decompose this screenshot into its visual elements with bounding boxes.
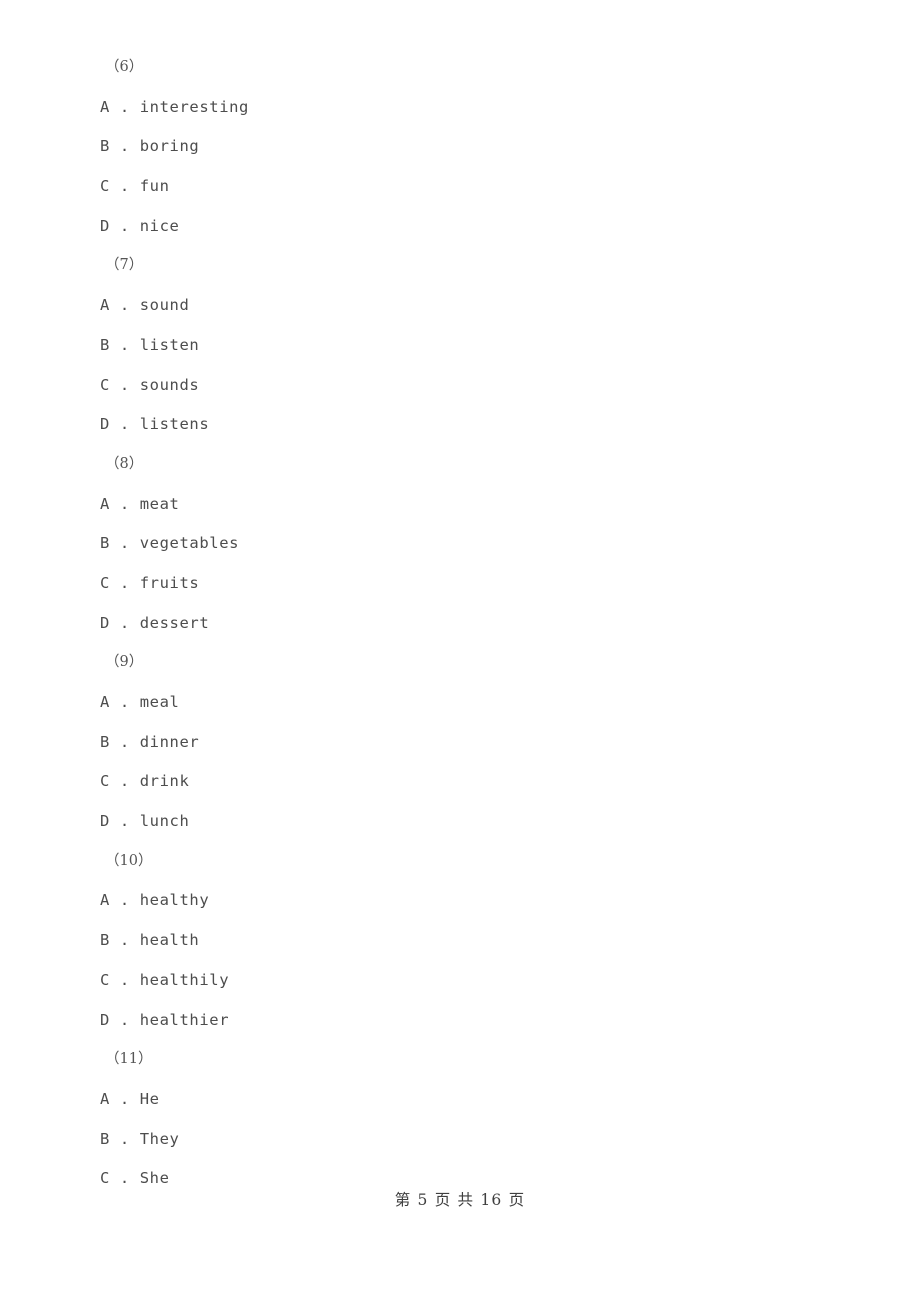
option-text: fun bbox=[139, 177, 170, 196]
option-text: interesting bbox=[139, 97, 249, 116]
option-letter: B bbox=[100, 335, 110, 354]
option-letter: D bbox=[100, 613, 110, 632]
answer-option[interactable]: D . listens bbox=[100, 405, 860, 445]
option-text: meal bbox=[139, 693, 180, 711]
answer-option[interactable]: A . healthy bbox=[100, 881, 860, 921]
option-text: boring bbox=[139, 137, 200, 156]
option-separator: . bbox=[109, 1169, 140, 1188]
option-letter: B bbox=[100, 732, 110, 751]
answer-option[interactable]: B . They bbox=[100, 1120, 860, 1160]
option-text: sound bbox=[139, 296, 190, 315]
option-separator: . bbox=[109, 335, 140, 354]
option-letter: D bbox=[100, 415, 110, 434]
option-letter: A bbox=[100, 494, 110, 513]
option-text: meat bbox=[139, 494, 180, 513]
answer-option[interactable]: B . boring bbox=[100, 127, 860, 167]
answer-option[interactable]: A . He bbox=[100, 1080, 860, 1120]
question-number: （6） bbox=[105, 59, 144, 75]
option-separator: . bbox=[109, 494, 140, 513]
option-letter: C bbox=[100, 375, 110, 394]
question-number: （11） bbox=[105, 1051, 153, 1068]
option-text: He bbox=[139, 1089, 160, 1108]
option-letter: B bbox=[100, 931, 110, 950]
answer-option[interactable]: D . healthier bbox=[100, 1001, 860, 1041]
option-text: lunch bbox=[139, 812, 190, 831]
option-letter: D bbox=[100, 1010, 110, 1029]
option-separator: . bbox=[109, 732, 140, 751]
option-letter: C bbox=[100, 772, 110, 791]
answer-option[interactable]: D . dessert bbox=[100, 604, 860, 644]
option-text: healthy bbox=[139, 891, 210, 910]
option-text: listen bbox=[139, 335, 200, 354]
answer-option[interactable]: D . nice bbox=[100, 207, 860, 247]
option-separator: . bbox=[109, 534, 140, 553]
option-letter: D bbox=[100, 216, 110, 235]
option-text: healthily bbox=[139, 970, 230, 989]
option-separator: . bbox=[109, 891, 140, 910]
option-separator: . bbox=[109, 812, 140, 831]
option-separator: . bbox=[109, 573, 140, 592]
option-letter: A bbox=[100, 97, 110, 116]
question-number: （10） bbox=[105, 852, 153, 869]
option-separator: . bbox=[109, 772, 140, 791]
option-text: nice bbox=[139, 216, 180, 235]
answer-option[interactable]: B . vegetables bbox=[100, 524, 860, 564]
answer-option[interactable]: C . fun bbox=[100, 167, 860, 207]
option-separator: . bbox=[109, 613, 140, 632]
answer-option[interactable]: B . dinner bbox=[100, 723, 860, 763]
option-separator: . bbox=[109, 97, 140, 116]
option-letter: B bbox=[100, 1129, 110, 1148]
option-letter: A bbox=[100, 296, 110, 315]
question-list: （6） A . interesting B . boring C . fun D . n… bbox=[100, 48, 860, 1199]
answer-option[interactable]: A . meal bbox=[100, 683, 860, 723]
option-separator: . bbox=[109, 216, 140, 235]
answer-option[interactable]: C . sounds bbox=[100, 366, 860, 406]
question-number: （8） bbox=[105, 455, 144, 472]
option-letter: D bbox=[100, 812, 110, 831]
answer-option[interactable]: C . healthily bbox=[100, 961, 860, 1001]
option-text: dessert bbox=[139, 613, 210, 632]
option-separator: . bbox=[109, 1129, 140, 1148]
option-text: sounds bbox=[139, 375, 200, 394]
option-separator: . bbox=[109, 137, 140, 156]
answer-option[interactable]: D . lunch bbox=[100, 802, 860, 842]
option-letter: C bbox=[100, 573, 110, 592]
answer-option[interactable]: B . listen bbox=[100, 326, 860, 366]
option-text: They bbox=[139, 1129, 180, 1148]
option-letter: A bbox=[100, 1089, 110, 1108]
option-separator: . bbox=[109, 296, 140, 315]
option-separator: . bbox=[109, 177, 140, 196]
option-separator: . bbox=[109, 931, 140, 950]
question-number: （9） bbox=[105, 654, 144, 671]
option-text: drink bbox=[139, 772, 190, 791]
option-letter: C bbox=[100, 970, 110, 989]
option-text: She bbox=[139, 1169, 170, 1188]
option-letter: B bbox=[100, 534, 110, 553]
option-text: health bbox=[139, 931, 200, 950]
option-separator: . bbox=[109, 1089, 140, 1108]
option-separator: . bbox=[109, 970, 140, 989]
option-letter: B bbox=[100, 137, 110, 156]
option-text: healthier bbox=[139, 1010, 230, 1029]
option-letter: A bbox=[100, 693, 110, 711]
option-separator: . bbox=[109, 1010, 140, 1029]
option-separator: . bbox=[109, 415, 140, 434]
answer-option[interactable]: A . sound bbox=[100, 286, 860, 326]
page-footer: 第 5 页 共 16 页 bbox=[394, 1191, 526, 1209]
option-text: listens bbox=[139, 415, 210, 434]
option-letter: C bbox=[100, 177, 110, 196]
document-page: （6） A . interesting B . boring C . fun D . n… bbox=[0, 0, 920, 1302]
answer-option[interactable]: C . drink bbox=[100, 762, 860, 802]
option-separator: . bbox=[109, 375, 140, 394]
answer-option[interactable]: B . health bbox=[100, 921, 860, 961]
answer-option[interactable]: A . meat bbox=[100, 485, 860, 525]
answer-option[interactable]: A . interesting bbox=[100, 88, 860, 128]
option-letter: A bbox=[100, 891, 110, 910]
option-text: dinner bbox=[139, 732, 200, 751]
answer-option[interactable]: C . fruits bbox=[100, 564, 860, 604]
option-separator: . bbox=[109, 693, 140, 711]
option-text: fruits bbox=[139, 573, 200, 592]
option-text: vegetables bbox=[139, 534, 240, 553]
question-number: （7） bbox=[105, 257, 144, 274]
